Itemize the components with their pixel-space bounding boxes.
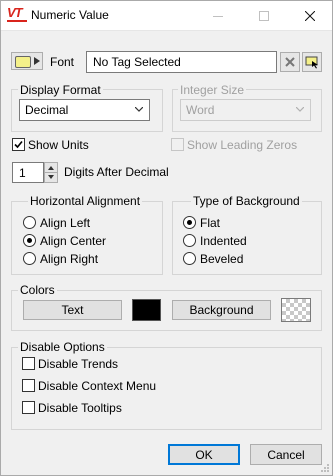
font-selector-button[interactable] — [11, 52, 43, 70]
clear-tag-button[interactable] — [280, 52, 300, 72]
clear-x-icon — [285, 57, 295, 67]
font-tag-field[interactable]: No Tag Selected — [86, 51, 277, 73]
checkmark-icon — [14, 140, 23, 149]
app-logo-text: VT — [7, 5, 23, 20]
align-left-label: Align Left — [40, 216, 91, 230]
background-color-swatch[interactable] — [281, 298, 311, 322]
disable-context-menu-label: Disable Context Menu — [38, 379, 157, 393]
show-leading-zeros-checkbox[interactable] — [171, 138, 184, 151]
integer-size-select[interactable]: Word — [180, 99, 311, 121]
close-icon — [305, 10, 315, 21]
tag-browse-icon — [305, 56, 318, 69]
chevron-right-icon — [34, 57, 40, 65]
indented-label: Indented — [200, 234, 247, 248]
digits-spinner[interactable] — [44, 162, 58, 183]
align-center-radio[interactable] — [23, 234, 36, 247]
maximize-button[interactable] — [241, 0, 287, 31]
text-color-swatch[interactable] — [132, 299, 161, 321]
window-title: Numeric Value — [31, 8, 109, 22]
background-type-label: Type of Background — [191, 194, 302, 208]
integer-size-value: Word — [186, 103, 215, 117]
font-label: Font — [50, 55, 75, 69]
minimize-icon — [213, 15, 223, 17]
show-leading-zeros-label: Show Leading Zeros — [187, 138, 298, 152]
cancel-button[interactable]: Cancel — [250, 444, 322, 465]
browse-tag-button[interactable] — [302, 52, 322, 72]
display-format-value: Decimal — [25, 103, 69, 117]
disable-options-label: Disable Options — [18, 340, 107, 354]
background-color-button[interactable]: Background — [172, 300, 271, 320]
disable-tooltips-label: Disable Tooltips — [38, 401, 122, 415]
show-units-checkbox[interactable] — [12, 138, 25, 151]
beveled-radio[interactable] — [183, 252, 196, 265]
digits-label: Digits After Decimal — [64, 165, 169, 179]
disable-context-menu-checkbox[interactable] — [22, 379, 35, 392]
display-format-label: Display Format — [18, 83, 103, 97]
integer-size-label: Integer Size — [178, 83, 247, 97]
digits-input[interactable]: 1 — [12, 162, 44, 183]
spinner-arrows-icon — [45, 166, 57, 179]
beveled-label: Beveled — [200, 252, 244, 266]
maximize-icon — [259, 10, 269, 21]
show-units-label: Show Units — [28, 138, 89, 152]
align-left-radio[interactable] — [23, 216, 36, 229]
align-right-label: Align Right — [40, 252, 99, 266]
resize-grip-icon[interactable] — [320, 463, 330, 473]
disable-trends-checkbox[interactable] — [22, 357, 35, 370]
colors-label: Colors — [18, 283, 57, 297]
align-center-label: Align Center — [40, 234, 107, 248]
flat-label: Flat — [200, 216, 221, 230]
indented-radio[interactable] — [183, 234, 196, 247]
chevron-down-icon — [135, 107, 143, 112]
font-sample-icon — [15, 56, 31, 68]
text-color-button[interactable]: Text — [23, 300, 122, 320]
chevron-down-icon — [296, 107, 304, 112]
horizontal-alignment-label: Horizontal Alignment — [28, 194, 143, 208]
disable-tooltips-checkbox[interactable] — [22, 401, 35, 414]
minimize-button[interactable] — [195, 0, 241, 31]
align-right-radio[interactable] — [23, 252, 36, 265]
disable-trends-label: Disable Trends — [38, 357, 119, 371]
flat-radio[interactable] — [183, 216, 196, 229]
display-format-select[interactable]: Decimal — [19, 99, 150, 121]
ok-button[interactable]: OK — [168, 444, 240, 465]
app-logo: VT — [7, 5, 27, 24]
close-window-button[interactable] — [287, 0, 333, 31]
